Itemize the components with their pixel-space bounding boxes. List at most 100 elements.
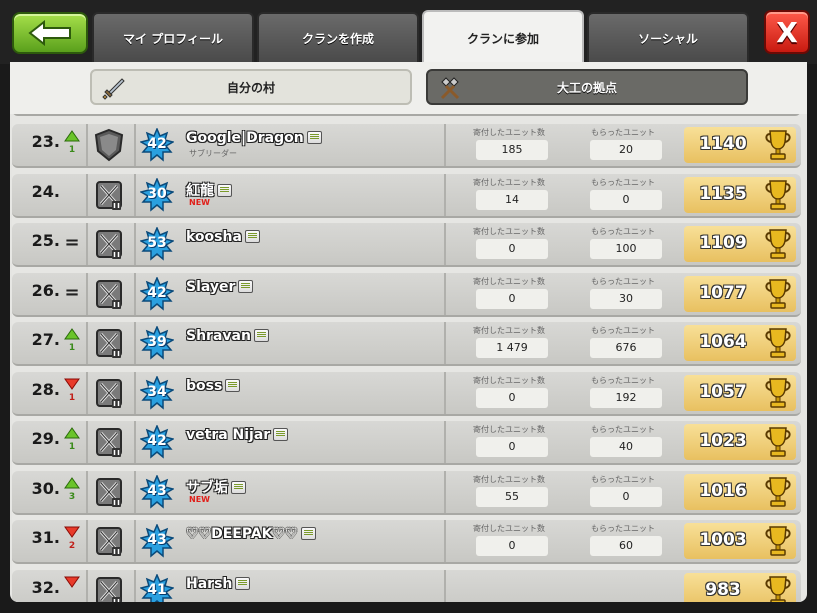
new-badge: NEW [189,495,210,504]
back-button[interactable] [12,12,88,54]
player-name[interactable]: Harsh [186,576,251,592]
divider [86,273,88,315]
player-name-text: Shravan [186,328,251,344]
donated-stat: 寄付したユニット数 14 [454,177,564,213]
player-name[interactable]: Slayer [186,279,254,295]
received-stat: もらったユニット 100 [568,226,678,262]
tab-my-profile[interactable]: マイ プロフィール [92,12,254,62]
table-row[interactable]: 30. 3 43 サブ垢 NEW 寄付したユニット数 55 もらったユニット 0… [12,471,801,515]
table-row[interactable]: 32. 41 Harsh 983 [12,570,801,602]
player-name[interactable]: vetra Nijar [186,427,289,443]
trophy-count: 1003 [699,530,747,550]
donated-label: 寄付したユニット数 [473,475,545,484]
donated-value: 0 [476,536,548,556]
tab-social[interactable]: ソーシャル [587,12,749,62]
level-badge: 53 [140,227,174,261]
swords-badge-icon [96,428,122,457]
divider [134,471,136,513]
chat-icon [225,379,241,392]
received-value: 192 [590,388,662,408]
equals-icon: = [64,282,80,303]
trophy-icon [765,477,791,507]
table-row[interactable]: 31. 2 43 ♡♡DEEPAK♡♡ 寄付したユニット数 0 もらったユニット… [12,520,801,564]
trophy-icon [765,229,791,259]
player-name[interactable]: 紅龍 [186,180,232,200]
top-bar: マイ プロフィール クランを作成 クランに参加 ソーシャル X [0,0,817,64]
level-badge: 42 [140,425,174,459]
trophy-icon [765,180,791,210]
rank-number: 25. [31,231,60,250]
donated-value: 0 [476,239,548,259]
close-button[interactable]: X [764,10,810,54]
rank-down-indicator [64,576,80,602]
subtab-builder-base[interactable]: 大工の拠点 [426,69,748,105]
rank-change: 1 [68,393,76,403]
divider [86,520,88,562]
received-value: 0 [590,190,662,210]
rank-up-indicator: 1 [64,130,80,158]
level-badge: 42 [140,128,174,162]
subtab-home-village[interactable]: 自分の村 [90,69,412,105]
player-name[interactable]: Shravan [186,328,269,344]
chat-icon [300,527,316,540]
donated-stat: 寄付したユニット数 0 [454,226,564,262]
trophy-count: 1016 [699,481,747,501]
level-badge: 43 [140,475,174,509]
level-badge: 43 [140,524,174,558]
trophy-box: 1003 [684,523,796,559]
table-row[interactable]: 25. = 53 koosha 寄付したユニット数 0 もらったユニット 100 [12,223,801,267]
received-stat: もらったユニット 676 [568,325,678,361]
table-row[interactable]: 24. 30 紅龍 NEW 寄付したユニット数 14 もらったユニット 0 11… [12,174,801,218]
divider [86,174,88,216]
divider [86,421,88,463]
divider [134,124,136,166]
divider [444,322,446,364]
tab-join-clan[interactable]: クランに参加 [422,10,584,64]
trophy-box: 1077 [684,276,796,312]
received-label: もらったユニット [591,475,655,484]
player-name[interactable]: koosha [186,229,260,245]
tab-create-clan[interactable]: クランを作成 [257,12,419,62]
swords-badge-icon [96,577,122,602]
donated-label: 寄付したユニット数 [473,326,545,335]
swords-badge-icon [96,379,122,408]
received-label: もらったユニット [591,326,655,335]
player-name-text: koosha [186,229,242,245]
trophy-count: 1057 [699,382,747,402]
received-label: もらったユニット [591,376,655,385]
rank-change: 2 [68,541,76,551]
trophy-count: 983 [705,580,741,600]
donated-label: 寄付したユニット数 [473,425,545,434]
swords-badge-icon [96,230,122,259]
subtab-bar: 自分の村 大工の拠点 [10,62,807,114]
rank-down-indicator: 1 [64,378,80,406]
triangle-down-icon [64,378,80,390]
member-list[interactable]: 23. 1 42 Google|Dragon サブリーダー 寄付したユニット数 … [10,114,807,602]
donated-stat: 寄付したユニット数 55 [454,474,564,510]
level-number: 39 [147,334,167,350]
received-label: もらったユニット [591,524,655,533]
received-value: 676 [590,338,662,358]
chat-icon [238,280,254,293]
rank-number: 23. [31,132,60,151]
divider [444,570,446,602]
player-name[interactable]: サブ垢 [186,477,246,497]
table-row[interactable]: 28. 1 34 boss 寄付したユニット数 0 もらったユニット 192 1… [12,372,801,416]
received-stat: もらったユニット 60 [568,523,678,559]
table-row[interactable]: 29. 1 42 vetra Nijar 寄付したユニット数 0 もらったユニッ… [12,421,801,465]
triangle-up-icon [64,477,80,489]
trophy-count: 1077 [699,283,747,303]
player-name[interactable]: Google|Dragon [186,130,322,146]
donated-value: 0 [476,388,548,408]
table-row[interactable]: 26. = 42 Slayer 寄付したユニット数 0 もらったユニット 30 [12,273,801,317]
divider [444,372,446,414]
rank-change: 1 [68,145,76,155]
player-name[interactable]: ♡♡DEEPAK♡♡ [186,526,316,542]
divider [86,124,88,166]
player-name-text: Slayer [186,279,236,295]
table-row[interactable]: 23. 1 42 Google|Dragon サブリーダー 寄付したユニット数 … [12,124,801,168]
player-name-text: vetra Nijar [186,427,271,443]
table-row[interactable]: 27. 1 39 Shravan 寄付したユニット数 1 479 もらったユニッ… [12,322,801,366]
chat-icon [273,428,289,441]
player-name[interactable]: boss [186,378,241,394]
